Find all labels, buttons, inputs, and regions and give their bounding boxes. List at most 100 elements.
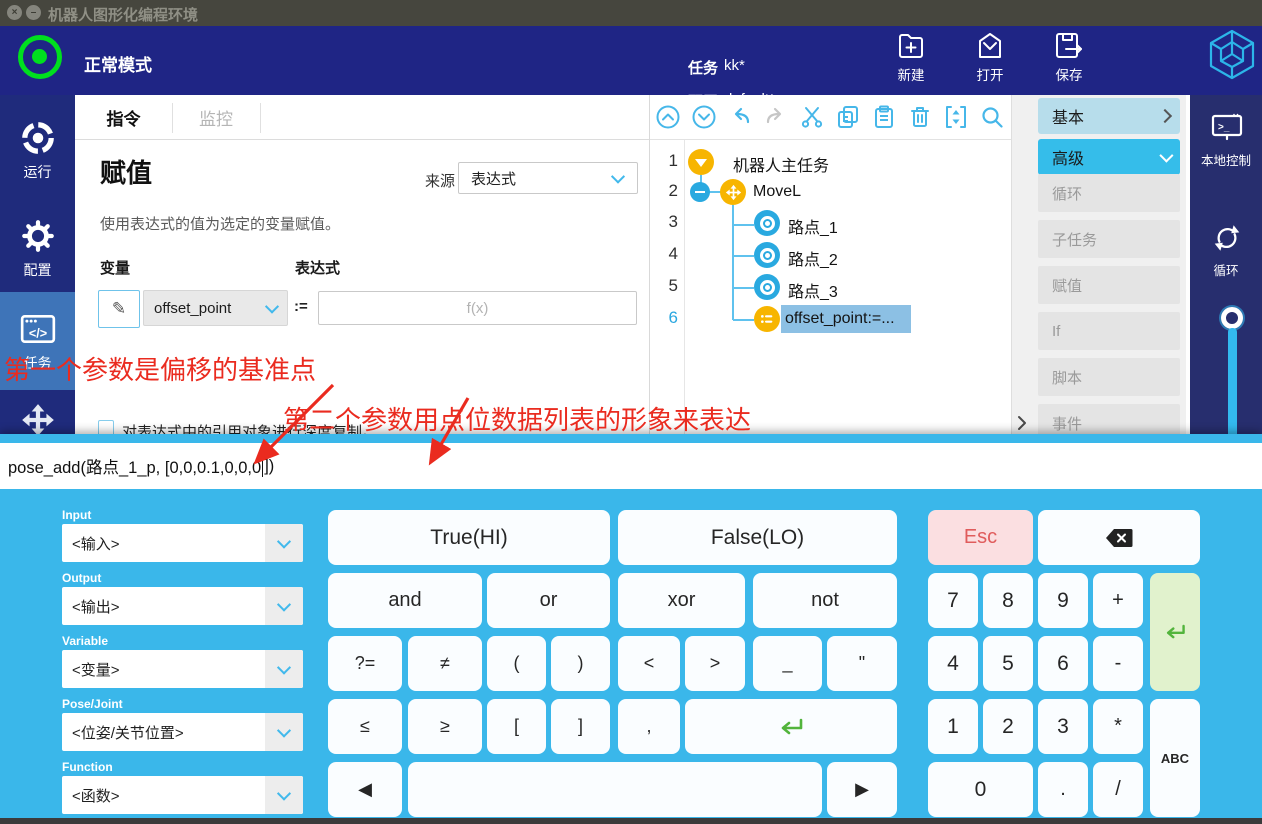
cut-button[interactable] bbox=[799, 104, 825, 130]
palette-item-if[interactable]: If bbox=[1038, 312, 1180, 350]
expand-panel-chevron-icon[interactable] bbox=[1014, 415, 1030, 431]
collapse-nodes-button[interactable] bbox=[943, 104, 969, 130]
key-not[interactable]: not bbox=[753, 573, 897, 628]
palette-item-assign[interactable]: 赋值 bbox=[1038, 266, 1180, 304]
edit-variable-button[interactable]: ✎ bbox=[98, 290, 140, 328]
source-select[interactable]: 表达式 bbox=[458, 162, 638, 194]
palette-group-basic[interactable]: 基本 bbox=[1038, 98, 1180, 134]
move-up-button[interactable] bbox=[655, 104, 681, 130]
key-5[interactable]: 5 bbox=[983, 636, 1033, 691]
key-7[interactable]: 7 bbox=[928, 573, 978, 628]
key-4[interactable]: 4 bbox=[928, 636, 978, 691]
key-9[interactable]: 9 bbox=[1038, 573, 1088, 628]
undo-button[interactable] bbox=[727, 104, 753, 130]
key-rparen[interactable]: ) bbox=[551, 636, 610, 691]
tree-node-waypoint2[interactable]: 路点_2 bbox=[788, 246, 838, 270]
key-comma[interactable]: , bbox=[618, 699, 680, 754]
sidebar-item-run[interactable]: 运行 bbox=[0, 103, 75, 197]
key-assign-eq[interactable]: ?= bbox=[328, 636, 402, 691]
palette-item-event[interactable]: 事件 bbox=[1038, 404, 1180, 434]
expression-input[interactable] bbox=[318, 291, 637, 325]
variable-select[interactable]: offset_point bbox=[143, 290, 288, 326]
line-number: 3 bbox=[652, 212, 678, 232]
key-quote[interactable]: " bbox=[827, 636, 897, 691]
pencil-icon: ✎ bbox=[112, 299, 126, 319]
key-false[interactable]: False(LO) bbox=[618, 510, 897, 565]
key-1[interactable]: 1 bbox=[928, 699, 978, 754]
key-lparen[interactable]: ( bbox=[487, 636, 546, 691]
open-task-button[interactable]: 打开 bbox=[960, 30, 1020, 84]
sidebar-item-config[interactable]: 配置 bbox=[0, 201, 75, 295]
key-or[interactable]: or bbox=[487, 573, 610, 628]
key-abc-mode[interactable]: ABC bbox=[1150, 699, 1200, 817]
save-task-button[interactable]: 保存 bbox=[1039, 30, 1099, 84]
key-and[interactable]: and bbox=[328, 573, 482, 628]
tree-node-waypoint3[interactable]: 路点_3 bbox=[788, 278, 838, 302]
key-dot[interactable]: . bbox=[1038, 762, 1088, 817]
tree-node-assignment[interactable]: offset_point:=... bbox=[785, 310, 895, 328]
key-true[interactable]: True(HI) bbox=[328, 510, 610, 565]
new-task-button[interactable]: 新建 bbox=[881, 30, 941, 84]
pose-select[interactable]: <位姿/关节位置> bbox=[62, 713, 303, 751]
key-greater-than[interactable]: > bbox=[685, 636, 745, 691]
key-2[interactable]: 2 bbox=[983, 699, 1033, 754]
copy-button[interactable] bbox=[835, 104, 861, 130]
key-lbracket[interactable]: [ bbox=[487, 699, 546, 754]
keypad-enter[interactable] bbox=[1150, 573, 1200, 691]
key-underscore[interactable]: _ bbox=[753, 636, 822, 691]
paste-button[interactable] bbox=[871, 104, 897, 130]
palette-item-script[interactable]: 脚本 bbox=[1038, 358, 1180, 396]
tab-instruction[interactable]: 指令 bbox=[75, 95, 172, 140]
key-cursor-left[interactable]: ◀ bbox=[328, 762, 402, 817]
input-select[interactable]: <输入> bbox=[62, 524, 303, 562]
collapse-brackets-icon bbox=[943, 104, 969, 130]
key-not-equal[interactable]: ≠ bbox=[408, 636, 482, 691]
search-button[interactable] bbox=[979, 104, 1005, 130]
minimize-icon[interactable]: – bbox=[26, 5, 41, 20]
key-6[interactable]: 6 bbox=[1038, 636, 1088, 691]
assign-symbol: := bbox=[294, 298, 308, 315]
key-slash[interactable]: / bbox=[1093, 762, 1143, 817]
tab-monitor[interactable]: 监控 bbox=[172, 95, 260, 140]
key-plus[interactable]: + bbox=[1093, 573, 1143, 628]
key-asterisk[interactable]: * bbox=[1093, 699, 1143, 754]
sidebar-item-jog[interactable] bbox=[0, 390, 75, 434]
function-select[interactable]: <函数> bbox=[62, 776, 303, 814]
key-greater-equal[interactable]: ≥ bbox=[408, 699, 482, 754]
key-rbracket[interactable]: ] bbox=[551, 699, 610, 754]
output-select[interactable]: <输出> bbox=[62, 587, 303, 625]
speed-slider-handle[interactable] bbox=[1221, 307, 1243, 329]
key-less-equal[interactable]: ≤ bbox=[328, 699, 402, 754]
local-control-button[interactable]: >_ bbox=[1209, 110, 1245, 151]
key-backspace[interactable] bbox=[1038, 510, 1200, 565]
loop-mode-button[interactable] bbox=[1210, 221, 1244, 260]
task-tree-panel: 1 2 3 4 5 6 机器人主任务 bbox=[650, 95, 1012, 434]
page-title: 赋值 bbox=[100, 153, 152, 190]
key-space[interactable] bbox=[408, 762, 822, 817]
key-xor[interactable]: xor bbox=[618, 573, 745, 628]
key-less-than[interactable]: < bbox=[618, 636, 680, 691]
palette-item-loop[interactable]: 循环 bbox=[1038, 174, 1180, 212]
key-0[interactable]: 0 bbox=[928, 762, 1033, 817]
expression-editor[interactable]: pose_add(路点_1_p, [0,0,0.1,0,0,0]) bbox=[0, 443, 1262, 489]
key-8[interactable]: 8 bbox=[983, 573, 1033, 628]
tree-node-waypoint1[interactable]: 路点_1 bbox=[788, 214, 838, 238]
variable-select-kbd[interactable]: <变量> bbox=[62, 650, 303, 688]
tree-node-root[interactable]: 机器人主任务 bbox=[733, 152, 829, 176]
deep-copy-checkbox[interactable] bbox=[98, 420, 114, 434]
speed-slider-track[interactable] bbox=[1228, 328, 1237, 434]
move-down-button[interactable] bbox=[691, 104, 717, 130]
tree-node-movel[interactable]: MoveL bbox=[753, 183, 801, 201]
svg-text:</>: </> bbox=[28, 326, 46, 340]
collapse-node-icon[interactable] bbox=[690, 182, 710, 202]
close-icon[interactable]: × bbox=[7, 5, 22, 20]
palette-item-subtask[interactable]: 子任务 bbox=[1038, 220, 1180, 258]
palette-group-advanced[interactable]: 高级 bbox=[1038, 139, 1180, 175]
key-cursor-right[interactable]: ▶ bbox=[827, 762, 897, 817]
delete-button[interactable] bbox=[907, 104, 933, 130]
redo-button[interactable] bbox=[763, 104, 789, 130]
key-3[interactable]: 3 bbox=[1038, 699, 1088, 754]
key-minus[interactable]: - bbox=[1093, 636, 1143, 691]
key-escape[interactable]: Esc bbox=[928, 510, 1033, 565]
key-enter[interactable] bbox=[685, 699, 897, 754]
